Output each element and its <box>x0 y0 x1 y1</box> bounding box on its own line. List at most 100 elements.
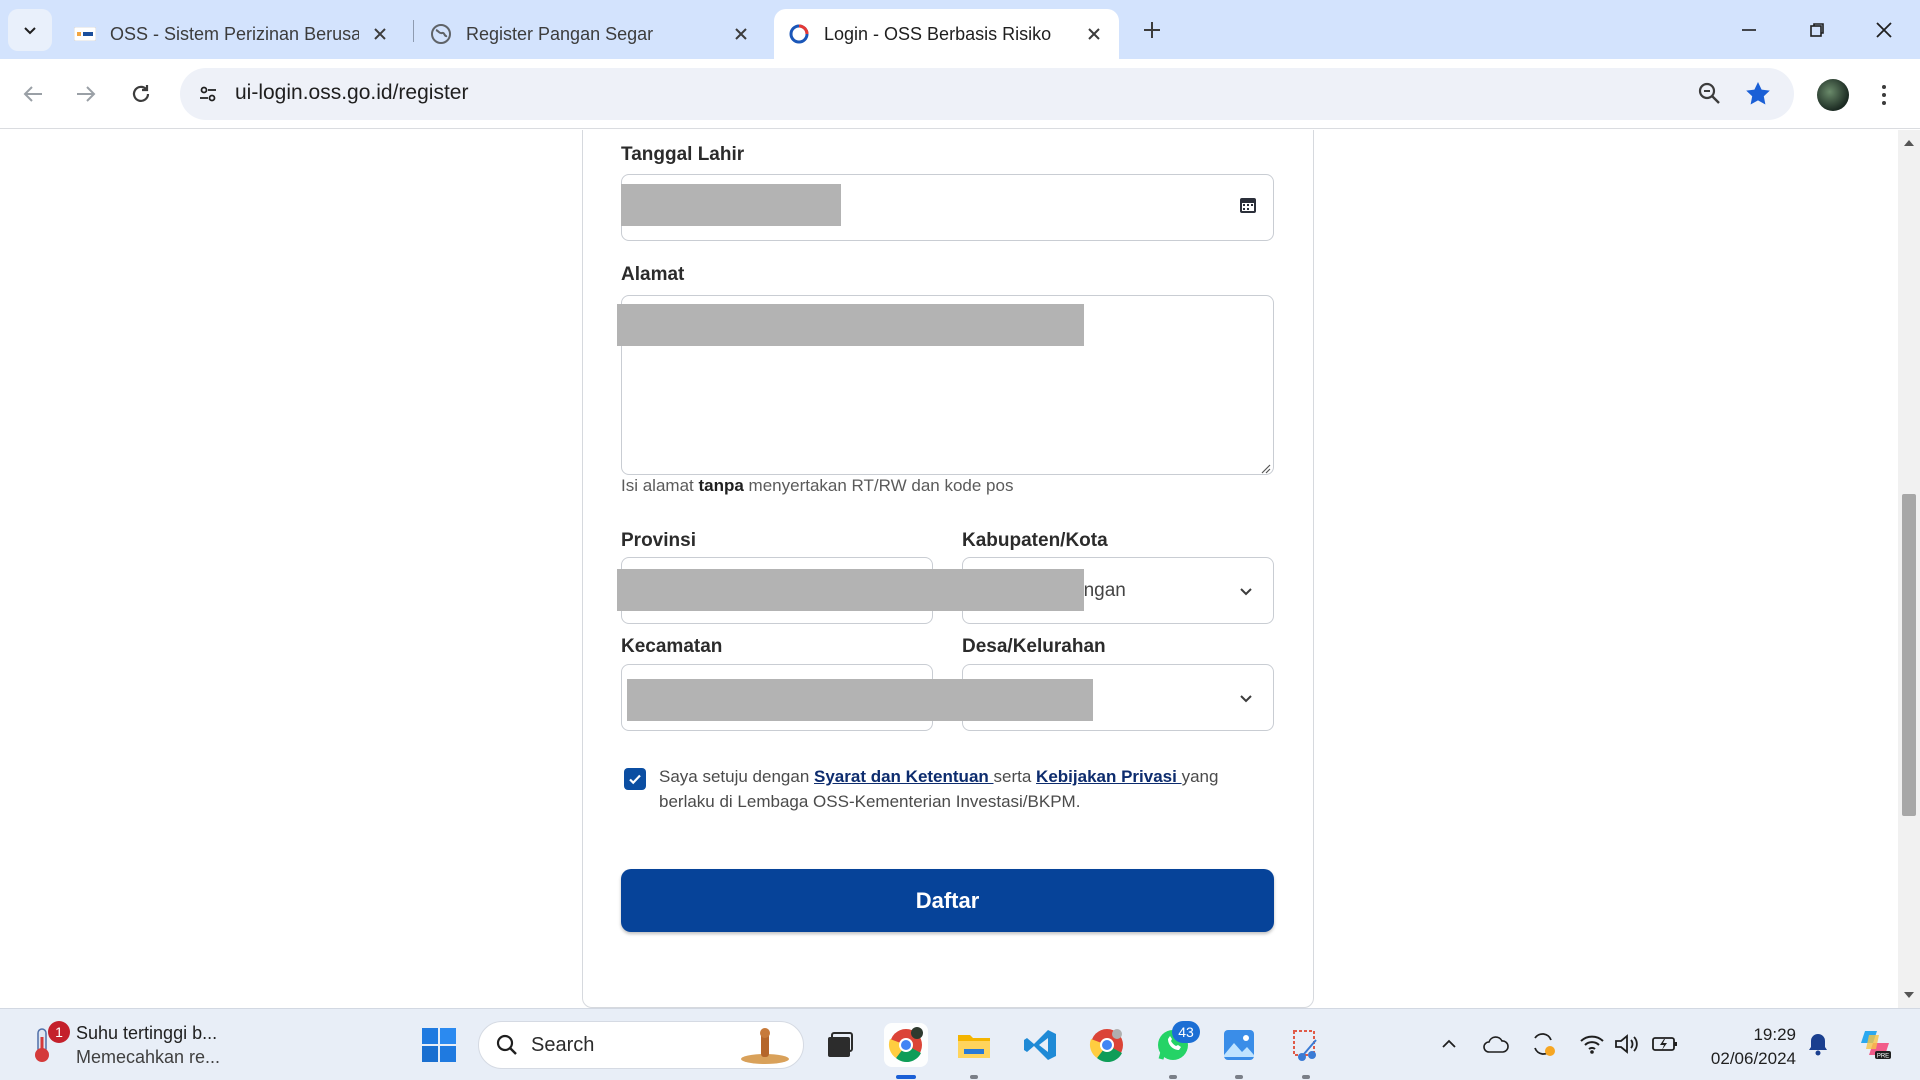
address-bar[interactable]: ui-login.oss.go.id/register <box>180 68 1794 120</box>
app-indicator <box>1302 1075 1310 1079</box>
calendar-icon[interactable] <box>1239 196 1257 214</box>
terms-link[interactable]: Syarat dan Ketentuan <box>814 767 994 786</box>
plus-icon <box>1144 22 1160 38</box>
svg-text:PRE: PRE <box>1877 1054 1889 1060</box>
agreement-text: Saya setuju dengan Syarat dan Ketentuan … <box>659 767 1219 811</box>
app-indicator <box>1169 1075 1177 1079</box>
wifi-icon[interactable] <box>1577 1029 1607 1059</box>
bookmark-star-icon[interactable] <box>1744 80 1772 108</box>
chrome-profile-icon[interactable] <box>1085 1023 1129 1067</box>
reload-icon <box>132 85 150 102</box>
weather-subtitle: Memecahkan re... <box>76 1047 221 1067</box>
tab-oss-sistem[interactable]: OSS - Sistem Perizinan Berusaha <box>60 9 405 59</box>
task-view-icon[interactable] <box>818 1023 862 1067</box>
alamat-label: Alamat <box>621 264 685 285</box>
chrome-taskbar-icon[interactable] <box>884 1023 928 1067</box>
checkmark-icon <box>629 774 641 785</box>
redacted-address-value <box>617 304 1084 346</box>
close-icon[interactable] <box>1083 23 1105 45</box>
tab-login-oss[interactable]: Login - OSS Berbasis Risiko <box>774 9 1119 59</box>
battery-icon[interactable] <box>1650 1029 1680 1059</box>
clock-time: 19:29 <box>1753 1025 1796 1044</box>
zoom-icon[interactable] <box>1696 80 1724 108</box>
thermometer-icon: 1 <box>28 1021 70 1065</box>
tune-icon <box>200 86 216 102</box>
tab-register-pangan[interactable]: Register Pangan Segar <box>416 9 766 59</box>
onedrive-cloud-icon[interactable] <box>1481 1029 1511 1059</box>
taskbar-search-box[interactable]: Search <box>478 1021 804 1069</box>
oss-circle-favicon-icon <box>788 23 810 45</box>
app-indicator <box>1235 1075 1243 1079</box>
arrow-right-icon <box>77 86 96 102</box>
chevron-down-icon <box>24 27 36 35</box>
tab-separator <box>413 20 414 42</box>
new-tab-button[interactable] <box>1136 14 1168 46</box>
restore-icon <box>1810 23 1824 37</box>
weather-title: Suhu tertinggi b... <box>76 1023 218 1043</box>
file-explorer-icon[interactable] <box>952 1023 996 1067</box>
desa-label: Desa/Kelurahan <box>962 636 1106 657</box>
search-highlight-icon <box>741 1028 789 1064</box>
scroll-up-icon[interactable] <box>1898 134 1920 152</box>
agreement-checkbox[interactable] <box>624 768 646 790</box>
weather-badge: 1 <box>48 1021 70 1043</box>
close-icon[interactable] <box>730 23 752 45</box>
taskbar-search-label: Search <box>531 1033 595 1056</box>
tab-title: OSS - Sistem Perizinan Berusaha <box>110 23 359 44</box>
chevron-down-icon[interactable] <box>1237 582 1255 600</box>
scrollbar-thumb[interactable] <box>1902 494 1916 816</box>
kabupaten-label: Kabupaten/Kota <box>962 530 1108 551</box>
tab-strip: OSS - Sistem Perizinan Berusaha Register… <box>0 0 1920 59</box>
windows-taskbar: 1 Suhu tertinggi b... Memecahkan re... S… <box>0 1008 1920 1080</box>
forward-button[interactable] <box>66 74 106 114</box>
page-viewport: Tanggal Lahir Alamat Isi alamat tanpa me… <box>0 130 1898 1008</box>
minimize-button[interactable] <box>1729 12 1769 48</box>
chevron-down-icon[interactable] <box>1237 689 1255 707</box>
daftar-button[interactable]: Daftar <box>621 869 1274 932</box>
kecamatan-label: Kecamatan <box>621 636 723 657</box>
photos-icon[interactable] <box>1217 1023 1261 1067</box>
tab-title: Register Pangan Segar <box>466 23 654 44</box>
redacted-province-value <box>617 569 1084 611</box>
search-icon <box>496 1034 517 1055</box>
close-icon[interactable] <box>369 23 391 45</box>
tab-title: Login - OSS Berbasis Risiko <box>824 23 1052 44</box>
url-text[interactable]: ui-login.oss.go.id/register <box>235 81 468 105</box>
volume-icon[interactable] <box>1612 1029 1642 1059</box>
arrow-left-icon <box>23 86 42 102</box>
privacy-policy-link[interactable]: Kebijakan Privasi <box>1036 767 1182 786</box>
provinsi-label: Provinsi <box>621 530 696 551</box>
scroll-down-icon[interactable] <box>1898 986 1920 1004</box>
sync-warning-icon[interactable] <box>1528 1029 1558 1059</box>
chevron-up-icon[interactable] <box>1434 1029 1464 1059</box>
profile-avatar[interactable] <box>1817 79 1849 111</box>
tanggal-lahir-label: Tanggal Lahir <box>621 144 745 165</box>
close-icon <box>1876 22 1892 38</box>
browser-toolbar: ui-login.oss.go.id/register <box>0 59 1920 129</box>
copilot-icon[interactable]: PRE <box>1855 1023 1895 1063</box>
notification-bell-icon[interactable] <box>1803 1029 1833 1059</box>
close-window-button[interactable] <box>1864 12 1904 48</box>
globe-icon <box>430 23 452 45</box>
browser-menu-button[interactable] <box>1872 77 1896 113</box>
minimize-icon <box>1742 29 1756 31</box>
vscode-icon[interactable] <box>1018 1023 1062 1067</box>
oss-favicon-icon <box>74 23 96 45</box>
clock-date: 02/06/2024 <box>1710 1049 1796 1068</box>
back-button[interactable] <box>13 74 53 114</box>
page-scrollbar[interactable] <box>1898 130 1920 1008</box>
system-clock[interactable]: 19:29 02/06/2024 <box>1700 1023 1796 1071</box>
weather-widget[interactable]: 1 Suhu tertinggi b... Memecahkan re... <box>28 1021 220 1069</box>
site-info-button[interactable] <box>192 78 224 110</box>
active-app-indicator <box>896 1075 916 1079</box>
whatsapp-badge: 43 <box>1172 1021 1200 1043</box>
resize-handle-icon[interactable] <box>1259 461 1271 474</box>
tab-search-button[interactable] <box>8 9 52 51</box>
restore-button[interactable] <box>1797 12 1837 48</box>
reload-button[interactable] <box>121 74 161 114</box>
redacted-district-value <box>627 679 1093 721</box>
alamat-helper-text: Isi alamat tanpa menyertakan RT/RW dan k… <box>621 476 1014 495</box>
windows-start-icon[interactable] <box>417 1023 461 1067</box>
app-indicator <box>970 1075 978 1079</box>
snipping-tool-icon[interactable] <box>1284 1023 1328 1067</box>
